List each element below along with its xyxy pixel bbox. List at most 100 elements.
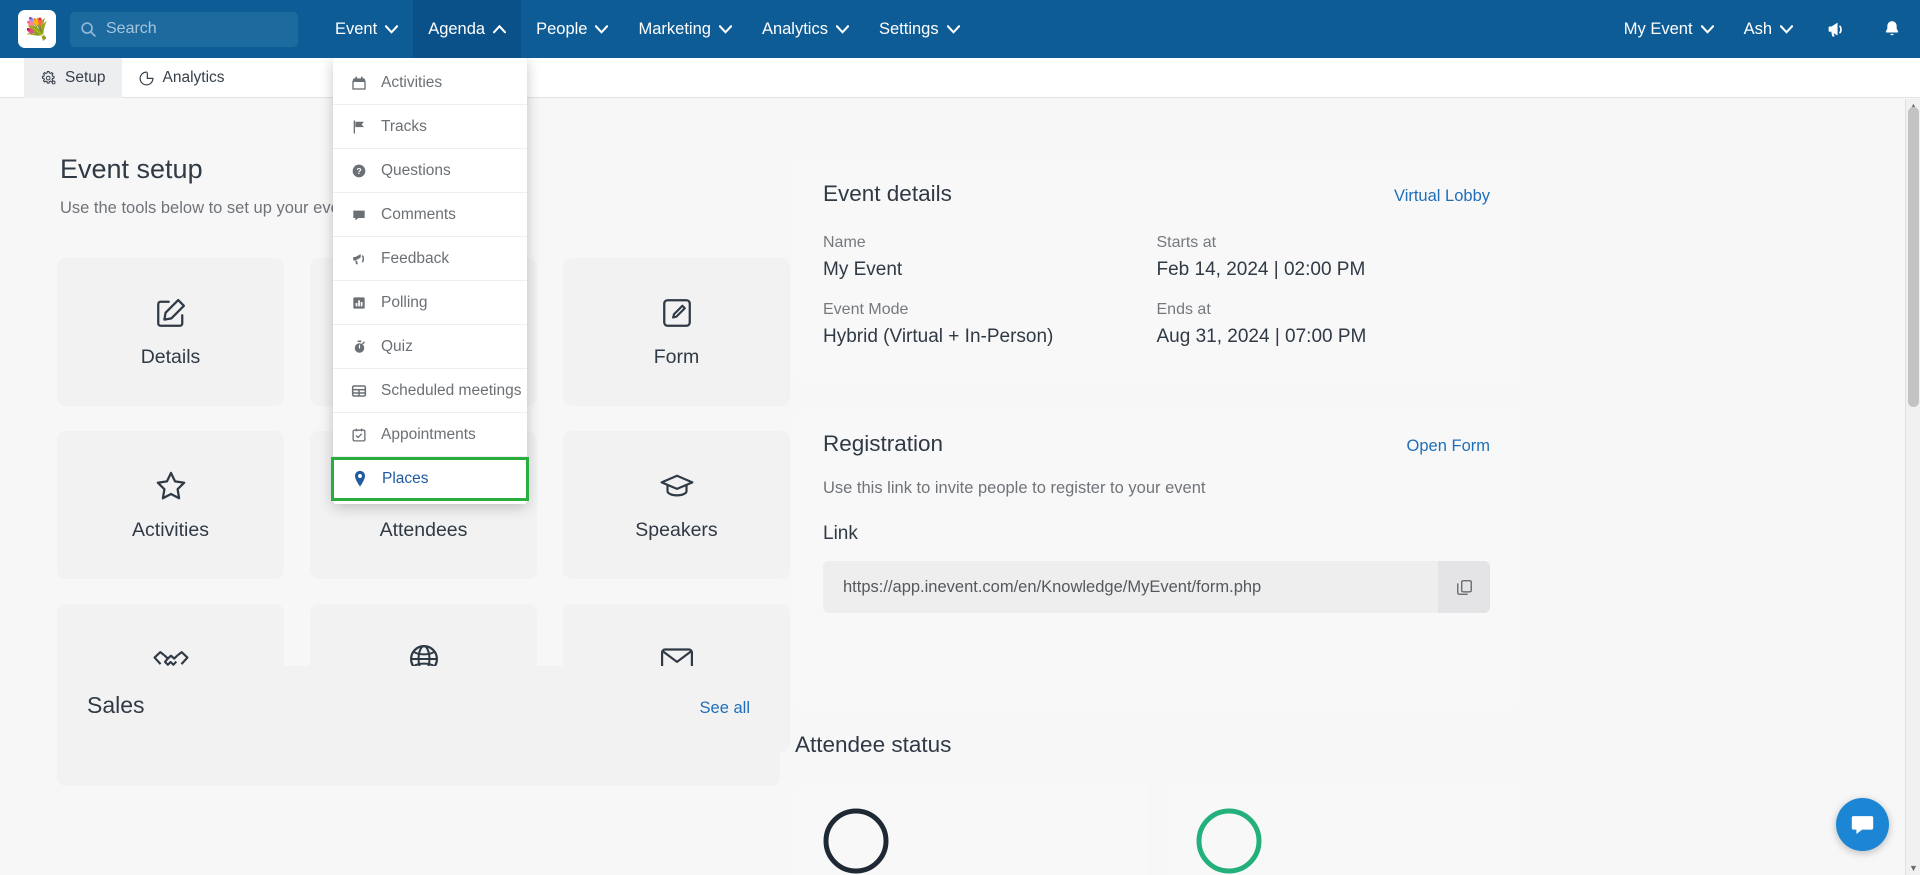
virtual-lobby-link[interactable]: Virtual Lobby: [1394, 187, 1490, 206]
notifications-button[interactable]: [1864, 0, 1920, 58]
tile-form[interactable]: Form: [563, 258, 790, 406]
registration-title: Registration: [823, 431, 944, 456]
nav-item-marketing[interactable]: Marketing: [623, 0, 746, 58]
detail-value: Feb 14, 2024 | 02:00 PM: [1156, 259, 1366, 280]
dropdown-item-quiz[interactable]: Quiz: [333, 325, 527, 369]
dropdown-item-label: Questions: [381, 161, 451, 179]
dropdown-item-tracks[interactable]: Tracks: [333, 105, 527, 149]
dropdown-item-places[interactable]: Places: [331, 457, 529, 501]
scroll-down-arrow[interactable]: ▼: [1906, 861, 1920, 875]
attendee-status-section: Attendee status: [793, 732, 1520, 875]
nav-item-agenda[interactable]: Agenda: [413, 0, 522, 58]
detail-value: Aug 31, 2024 | 07:00 PM: [1156, 326, 1367, 347]
registration-link-label: Link: [823, 523, 858, 544]
dropdown-item-comments[interactable]: Comments: [333, 193, 527, 237]
main-content: Event setup Use the tools below to set u…: [0, 99, 1920, 875]
donut-chart-enrolled-icon: [823, 808, 889, 874]
detail-label: Starts at: [1156, 234, 1217, 251]
registration-link-row: https://app.inevent.com/en/Knowledge/MyE…: [823, 561, 1490, 613]
announcements-button[interactable]: [1808, 0, 1864, 58]
calendar-icon: [350, 75, 368, 91]
agenda-dropdown-menu: Activities Tracks ? Questions Comments F…: [331, 50, 529, 504]
tile-details[interactable]: Details: [57, 258, 284, 406]
dropdown-item-label: Activities: [381, 73, 443, 91]
svg-text:?: ?: [356, 166, 361, 176]
comment-icon: [350, 207, 368, 223]
top-navbar: 💐 Event Agenda People Market: [0, 0, 1920, 58]
event-selector[interactable]: My Event: [1609, 0, 1729, 58]
dropdown-item-feedback[interactable]: Feedback: [333, 237, 527, 281]
detail-label: Name: [823, 234, 866, 251]
dropdown-item-label: Places: [382, 470, 429, 487]
tab-setup[interactable]: Setup: [24, 58, 122, 98]
open-form-link[interactable]: Open Form: [1407, 437, 1490, 456]
nav-item-label: Marketing: [638, 19, 711, 38]
page-scrollbar[interactable]: ▲ ▼: [1905, 99, 1920, 875]
bell-icon: [1885, 21, 1899, 36]
sales-card: Sales See all: [57, 666, 780, 786]
attendee-status-card-enrolled[interactable]: [793, 781, 1148, 875]
megaphone-icon: [1828, 22, 1842, 36]
tile-speakers[interactable]: Speakers: [563, 431, 790, 579]
nav-item-label: Agenda: [428, 19, 486, 38]
user-menu-label: Ash: [1743, 19, 1772, 38]
pencil-square-icon: [156, 298, 185, 327]
nav-item-label: People: [536, 19, 588, 38]
search-box[interactable]: [70, 11, 298, 47]
dropdown-item-label: Quiz: [381, 337, 413, 355]
dropdown-item-activities[interactable]: Activities: [333, 61, 527, 105]
stopwatch-icon: [350, 339, 368, 355]
sales-header: Sales See all: [87, 692, 750, 719]
registration-url[interactable]: https://app.inevent.com/en/Knowledge/MyE…: [823, 578, 1438, 597]
user-menu[interactable]: Ash: [1729, 0, 1808, 58]
chevron-down-icon: [385, 20, 399, 39]
scroll-thumb[interactable]: [1908, 107, 1919, 407]
nav-item-settings[interactable]: Settings: [864, 0, 975, 58]
nav-item-analytics[interactable]: Analytics: [747, 0, 864, 58]
event-details-title: Event details: [823, 181, 952, 206]
sales-see-all-link[interactable]: See all: [700, 699, 750, 718]
tile-label: Activities: [132, 519, 209, 541]
registration-card: Registration Open Form Use this link to …: [793, 405, 1520, 712]
copy-link-button[interactable]: [1438, 561, 1490, 613]
dropdown-item-label: Appointments: [381, 425, 476, 443]
dropdown-item-scheduled-meetings[interactable]: Scheduled meetings: [333, 369, 527, 413]
attendee-status-cards: [793, 781, 1520, 875]
table-icon: [350, 383, 368, 399]
tab-list: Setup Analytics: [24, 58, 1920, 98]
detail-value: Hybrid (Virtual + In-Person): [823, 326, 1054, 347]
dropdown-item-label: Feedback: [381, 249, 450, 267]
dropdown-item-label: Tracks: [381, 117, 427, 135]
nav-item-event[interactable]: Event: [320, 0, 413, 58]
attendee-status-card-registered[interactable]: [1165, 781, 1520, 875]
tile-label: Speakers: [635, 519, 718, 541]
tab-analytics[interactable]: Analytics: [122, 58, 241, 98]
detail-field-name: Name My Event: [823, 234, 1157, 281]
dropdown-item-label: Comments: [381, 205, 456, 223]
calendar-check-icon: [350, 427, 368, 443]
copy-icon: [1456, 579, 1472, 595]
tab-label: Setup: [65, 69, 106, 86]
bar-chart-icon: [350, 295, 368, 311]
dropdown-item-polling[interactable]: Polling: [333, 281, 527, 325]
tile-activities[interactable]: Activities: [57, 431, 284, 579]
chevron-down-icon: [946, 20, 960, 39]
support-chat-button[interactable]: [1836, 798, 1889, 851]
tab-label: Analytics: [162, 69, 225, 86]
chat-icon: [1851, 816, 1874, 834]
dropdown-item-appointments[interactable]: Appointments: [333, 413, 527, 457]
app-logo[interactable]: 💐: [18, 10, 56, 48]
dropdown-item-questions[interactable]: ? Questions: [333, 149, 527, 193]
nav-item-people[interactable]: People: [521, 0, 623, 58]
search-input[interactable]: [106, 20, 276, 38]
graduation-cap-icon: [660, 474, 693, 497]
page-title: Event setup: [60, 154, 203, 184]
event-details-header: Event details Virtual Lobby: [823, 181, 1490, 207]
nav-item-label: Settings: [878, 19, 939, 38]
event-selector-label: My Event: [1623, 19, 1693, 38]
nav-item-label: Analytics: [761, 19, 828, 38]
detail-value: My Event: [823, 259, 903, 280]
question-icon: ?: [350, 163, 368, 179]
star-icon: [156, 471, 185, 500]
chevron-down-icon: [1700, 20, 1714, 39]
